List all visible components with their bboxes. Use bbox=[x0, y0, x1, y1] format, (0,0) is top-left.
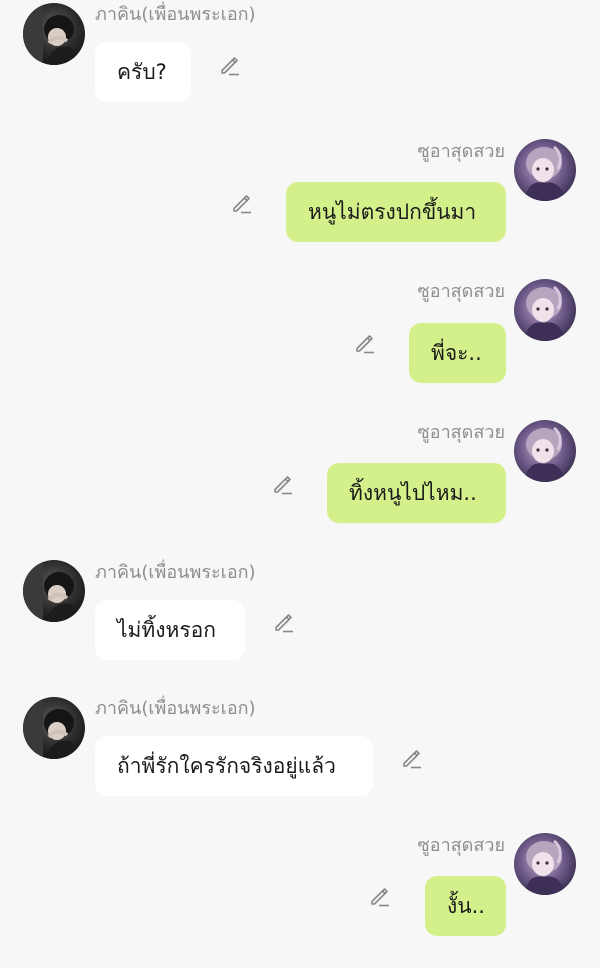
sender-avatar[interactable] bbox=[23, 560, 85, 622]
message-bubble[interactable]: พี่จะ.. bbox=[409, 323, 506, 383]
sender-name: ซูอาสุดสวย bbox=[417, 835, 505, 856]
message-bubble[interactable]: ครับ? bbox=[95, 42, 191, 102]
message-bubble[interactable]: ถ้าพี่รักใครรักจริงอยู่แล้ว bbox=[95, 736, 373, 796]
sender-name: ซูอาสุดสวย bbox=[417, 141, 505, 162]
message-bubble[interactable]: ไม่ทิ้งหรอก bbox=[95, 600, 245, 660]
sender-avatar[interactable] bbox=[514, 139, 576, 201]
pencil-icon[interactable] bbox=[272, 610, 296, 634]
pencil-icon[interactable] bbox=[368, 884, 392, 908]
pencil-icon[interactable] bbox=[271, 472, 295, 496]
sender-avatar[interactable] bbox=[514, 279, 576, 341]
sender-name: ซูอาสุดสวย bbox=[417, 422, 505, 443]
pencil-icon[interactable] bbox=[400, 746, 424, 770]
sender-avatar[interactable] bbox=[514, 833, 576, 895]
message-bubble[interactable]: หนูไม่ตรงปกขึ้นมา bbox=[286, 182, 506, 242]
sender-avatar[interactable] bbox=[23, 3, 85, 65]
sender-avatar[interactable] bbox=[514, 420, 576, 482]
sender-name: ภาคิน(เพื่อนพระเอก) bbox=[95, 562, 256, 583]
pencil-icon[interactable] bbox=[353, 331, 377, 355]
sender-name: ซูอาสุดสวย bbox=[417, 281, 505, 302]
message-bubble[interactable]: งั้น.. bbox=[425, 876, 506, 936]
sender-name: ภาคิน(เพื่อนพระเอก) bbox=[95, 4, 256, 25]
pencil-icon[interactable] bbox=[218, 53, 242, 77]
sender-name: ภาคิน(เพื่อนพระเอก) bbox=[95, 698, 256, 719]
pencil-icon[interactable] bbox=[230, 191, 254, 215]
message-bubble[interactable]: ทิ้งหนูไปไหม.. bbox=[327, 463, 506, 523]
sender-avatar[interactable] bbox=[23, 697, 85, 759]
